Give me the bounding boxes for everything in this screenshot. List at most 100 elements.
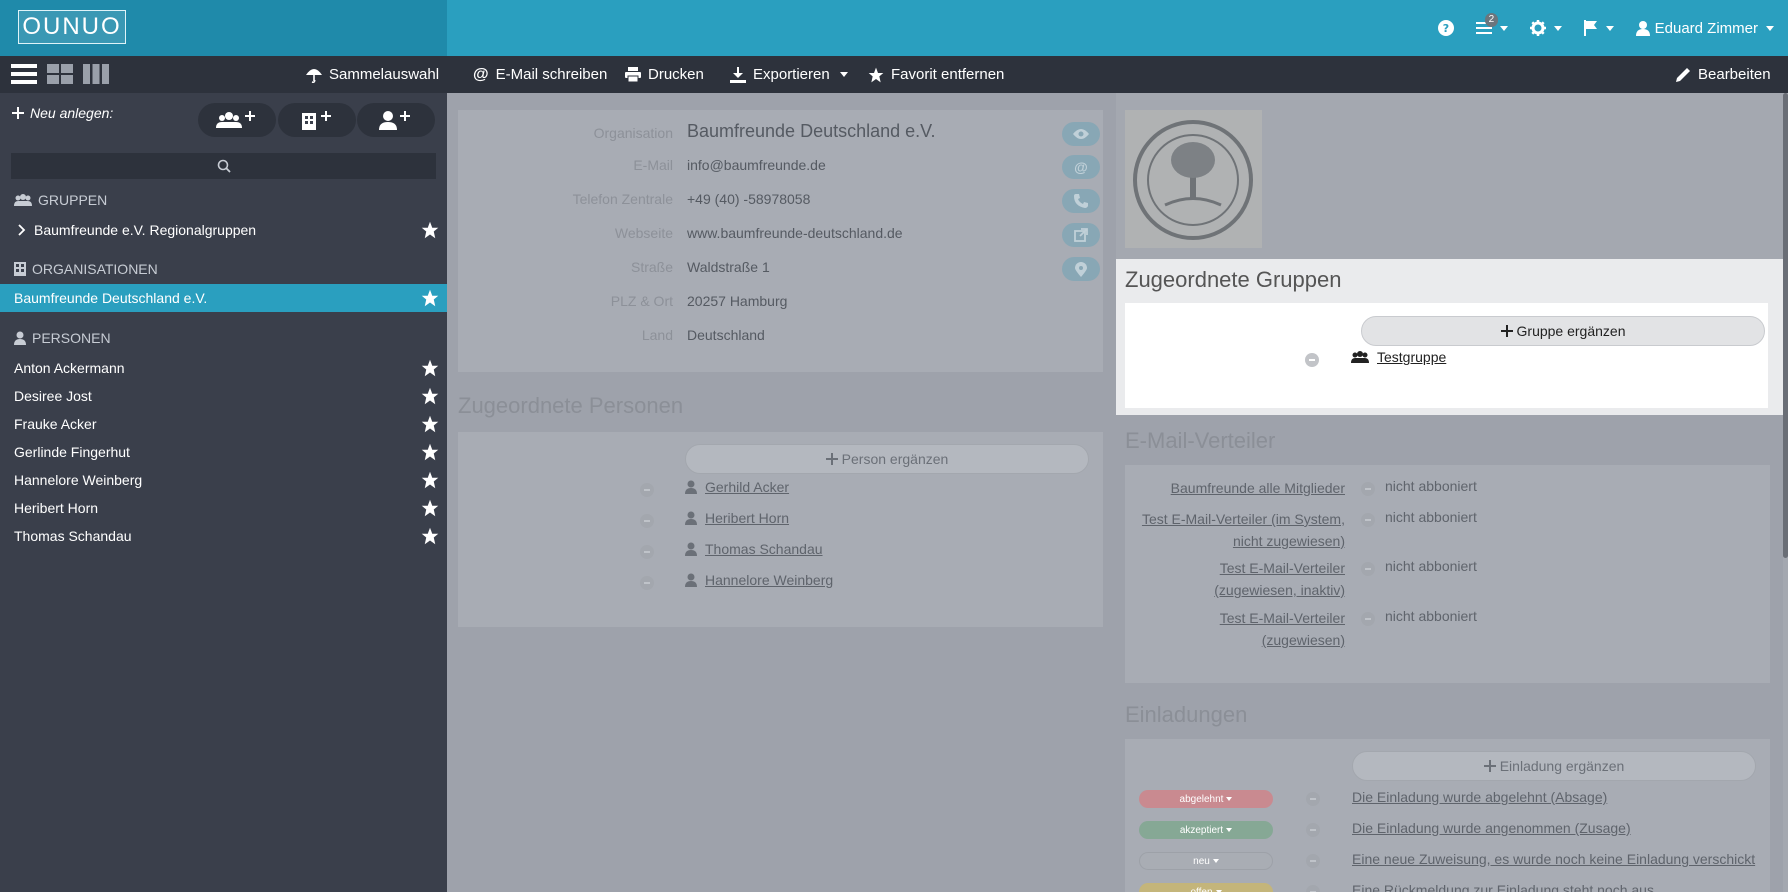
remove-person-button[interactable]	[640, 576, 654, 590]
distribution-list-link[interactable]: Baumfreunde alle Mitglieder	[1125, 477, 1345, 499]
sidebar-item-organisation[interactable]: Baumfreunde Deutschland e.V.	[0, 284, 447, 312]
distribution-list-link[interactable]: Test E-Mail-Verteiler (zugewiesen, inakti…	[1125, 557, 1345, 601]
star-icon[interactable]	[421, 415, 439, 433]
add-person-button[interactable]	[357, 103, 435, 137]
app-logo[interactable]: OUNUO	[18, 10, 126, 44]
groups-card: Gruppe ergänzen Testgruppe	[1125, 303, 1768, 408]
sidebar-search[interactable]	[11, 153, 436, 179]
distribution-name-line2: nicht zugewiesen)	[1232, 533, 1345, 549]
building-icon	[14, 262, 26, 276]
star-icon[interactable]	[421, 499, 439, 517]
invitation-status-badge[interactable]: offen	[1139, 883, 1273, 892]
remove-group-button[interactable]	[1305, 353, 1319, 367]
at-icon: @	[473, 65, 489, 83]
remove-person-button[interactable]	[640, 514, 654, 528]
help-button[interactable]: ?	[1437, 20, 1454, 36]
add-group-button[interactable]	[198, 103, 276, 137]
user-menu[interactable]: Eduard Zimmer	[1635, 20, 1774, 37]
email-button[interactable]: @ E-Mail schreiben	[473, 56, 607, 93]
star-icon[interactable]	[421, 221, 439, 239]
star-icon[interactable]	[421, 289, 439, 307]
sidebar-item-person[interactable]: Heribert Horn	[0, 494, 447, 522]
add-organisation-button[interactable]	[278, 103, 356, 137]
distribution-list-link[interactable]: Test E-Mail-Verteiler (im System, nicht z…	[1125, 508, 1345, 552]
remove-invitation-button[interactable]	[1306, 792, 1320, 806]
invitation-link[interactable]: Die Einladung wurde angenommen (Zusage)	[1352, 820, 1631, 836]
add-group-to-org-button[interactable]: Gruppe ergänzen	[1361, 316, 1765, 346]
remove-invitation-button[interactable]	[1306, 885, 1320, 892]
user-icon	[685, 480, 697, 494]
scrollbar-thumb[interactable]	[1783, 93, 1788, 558]
distribution-list-link[interactable]: Test E-Mail-Verteiler (zugewiesen)	[1125, 607, 1345, 651]
person-link[interactable]: Thomas Schandau	[685, 541, 823, 557]
sidebar-item-person[interactable]: Frauke Acker	[0, 410, 447, 438]
flag-menu[interactable]	[1583, 20, 1614, 36]
add-person-to-org-button[interactable]: Person ergänzen	[685, 444, 1089, 474]
star-icon[interactable]	[421, 527, 439, 545]
invitation-link[interactable]: Eine Rückmeldung zur Einladung steht noc…	[1352, 882, 1654, 892]
persons-heading-label: Personen	[32, 330, 111, 346]
invitations-card: Einladung ergänzen abgelehnt Die Einladu…	[1125, 739, 1770, 892]
subscribe-toggle[interactable]	[1361, 482, 1375, 496]
badge-label: akzeptiert	[1179, 824, 1224, 836]
subscribe-toggle[interactable]	[1361, 513, 1375, 527]
gear-icon	[1529, 20, 1546, 36]
open-website-button[interactable]	[1062, 223, 1100, 247]
map-marker-icon	[1075, 261, 1087, 277]
person-link[interactable]: Gerhild Acker	[685, 479, 789, 495]
sidebar-item-person[interactable]: Desiree Jost	[0, 382, 447, 410]
sidebar-item-person[interactable]: Anton Ackermann	[0, 354, 447, 382]
remove-person-button[interactable]	[640, 483, 654, 497]
organisation-details-card: Organisation Baumfreunde Deutschland e.V…	[458, 110, 1103, 372]
sidebar-item-person[interactable]: Hannelore Weinberg	[0, 466, 447, 494]
print-button[interactable]: Drucken	[625, 56, 704, 93]
person-link[interactable]: Hannelore Weinberg	[685, 572, 833, 588]
remove-invitation-button[interactable]	[1306, 823, 1320, 837]
subscribe-toggle[interactable]	[1361, 612, 1375, 626]
star-icon[interactable]	[421, 387, 439, 405]
sidebar-item-person[interactable]: Thomas Schandau	[0, 522, 447, 550]
view-button[interactable]	[1062, 122, 1100, 146]
favorite-button[interactable]: Favorit entfernen	[868, 56, 1004, 93]
users-icon	[1351, 351, 1369, 363]
call-button[interactable]	[1062, 189, 1100, 213]
invitation-link[interactable]: Die Einladung wurde abgelehnt (Absage)	[1352, 789, 1607, 805]
remove-invitation-button[interactable]	[1306, 854, 1320, 868]
invitation-text: Eine neue Zuweisung, es wurde noch keine…	[1352, 851, 1756, 867]
export-menu[interactable]: Exportieren	[730, 56, 848, 93]
print-icon	[625, 67, 641, 82]
star-icon[interactable]	[421, 471, 439, 489]
list-view-icon[interactable]	[11, 63, 37, 85]
person-link[interactable]: Heribert Horn	[685, 510, 789, 526]
invitation-link[interactable]: Eine neue Zuweisung, es wurde noch keine…	[1352, 851, 1755, 867]
sidebar-item-group[interactable]: Baumfreunde e.V. Regionalgruppen	[0, 216, 447, 244]
persons-card: Person ergänzen Gerhild Acker Heribert H…	[458, 432, 1103, 627]
person-item-label: Anton Ackermann	[14, 360, 125, 376]
add-invitation-button[interactable]: Einladung ergänzen	[1352, 751, 1756, 781]
main-content: Organisation Baumfreunde Deutschland e.V…	[447, 93, 1788, 892]
group-link[interactable]: Testgruppe	[1351, 349, 1446, 365]
collective-selection-button[interactable]: Sammelauswahl	[306, 56, 439, 93]
invitation-status-badge[interactable]: abgelehnt	[1139, 790, 1273, 808]
sidebar-item-person[interactable]: Gerlinde Fingerhut	[0, 438, 447, 466]
subscribe-toggle[interactable]	[1361, 562, 1375, 576]
invitation-status-badge[interactable]: akzeptiert	[1139, 821, 1273, 839]
tasks-menu[interactable]: 2	[1475, 13, 1508, 35]
eye-icon	[1073, 129, 1089, 139]
top-nav: ? 2 Eduard Zimmer	[1437, 0, 1774, 56]
field-value: Waldstraße 1	[687, 259, 770, 275]
user-icon	[685, 573, 697, 587]
badge-label: offen	[1190, 886, 1213, 892]
star-icon[interactable]	[421, 359, 439, 377]
edit-button[interactable]: Bearbeiten	[1676, 56, 1771, 93]
remove-person-button[interactable]	[640, 545, 654, 559]
invitation-status-badge[interactable]: neu	[1139, 852, 1273, 870]
field-street: Straße Waldstraße 1	[458, 257, 1103, 291]
settings-menu[interactable]	[1529, 20, 1562, 36]
grid-view-icon[interactable]	[47, 63, 73, 85]
star-icon[interactable]	[421, 443, 439, 461]
subscription-status: nicht abboniert	[1385, 509, 1477, 525]
send-email-button[interactable]: @	[1062, 155, 1100, 179]
column-view-icon[interactable]	[83, 63, 109, 85]
show-map-button[interactable]	[1062, 257, 1100, 281]
